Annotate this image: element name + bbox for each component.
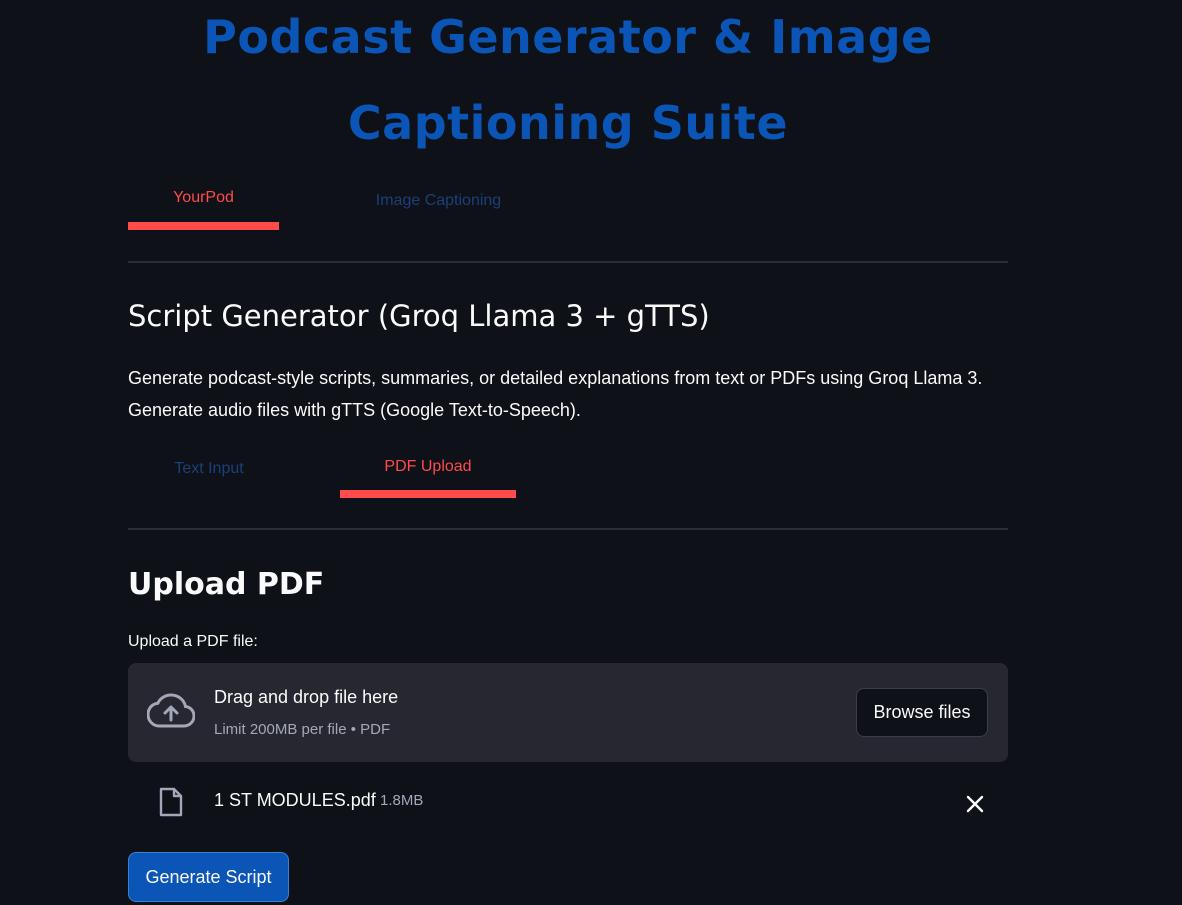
cloud-upload-icon <box>147 693 195 728</box>
script-generator-description: Generate podcast-style scripts, summarie… <box>128 362 1028 426</box>
uploaded-file-size: 1.8MB <box>380 792 424 809</box>
file-icon <box>159 787 183 817</box>
tab-yourpod-indicator <box>128 222 279 230</box>
description-line1: Generate podcast-style scripts, summarie… <box>128 368 983 388</box>
tab-image-captioning[interactable]: Image Captioning <box>355 192 522 210</box>
script-generator-heading: Script Generator (Groq Llama 3 + gTTS) <box>128 299 710 333</box>
description-line2: Generate audio files with gTTS (Google T… <box>128 400 581 420</box>
tab-text-input-label: Text Input <box>174 460 244 477</box>
app-page: Podcast Generator & Image Captioning Sui… <box>0 0 1182 905</box>
dropzone-limit: Limit 200MB per file • PDF <box>214 721 391 738</box>
close-icon[interactable] <box>964 793 986 815</box>
browse-files-button[interactable]: Browse files <box>856 688 988 737</box>
tab-pdf-upload-label: PDF Upload <box>384 458 472 475</box>
uploaded-file-name: 1 ST MODULES.pdf <box>214 790 376 810</box>
dropzone-title: Drag and drop file here <box>214 687 399 707</box>
tab-text-input[interactable]: Text Input <box>128 460 290 478</box>
tab-pdf-upload[interactable]: PDF Upload <box>340 458 516 476</box>
tab-pdf-upload-indicator <box>340 490 516 498</box>
uploaded-file-row: 1 ST MODULES.pdf 1.8MB <box>128 778 1008 828</box>
page-title-line1: Podcast Generator & Image <box>203 10 933 64</box>
generate-script-button[interactable]: Generate Script <box>128 852 289 902</box>
upload-field-label: Upload a PDF file: <box>128 633 258 650</box>
page-title-line2: Captioning Suite <box>347 96 789 150</box>
tab-yourpod[interactable]: YourPod <box>128 189 279 207</box>
tabs-divider <box>128 261 1008 263</box>
input-tabs-divider <box>128 528 1008 530</box>
tab-image-captioning-label: Image Captioning <box>375 192 502 209</box>
file-dropzone[interactable]: Drag and drop file here Limit 200MB per … <box>128 663 1008 762</box>
upload-pdf-heading: Upload PDF <box>128 567 325 602</box>
tab-yourpod-label: YourPod <box>173 189 234 206</box>
page-title: Podcast Generator & Image Captioning Sui… <box>128 0 1008 166</box>
